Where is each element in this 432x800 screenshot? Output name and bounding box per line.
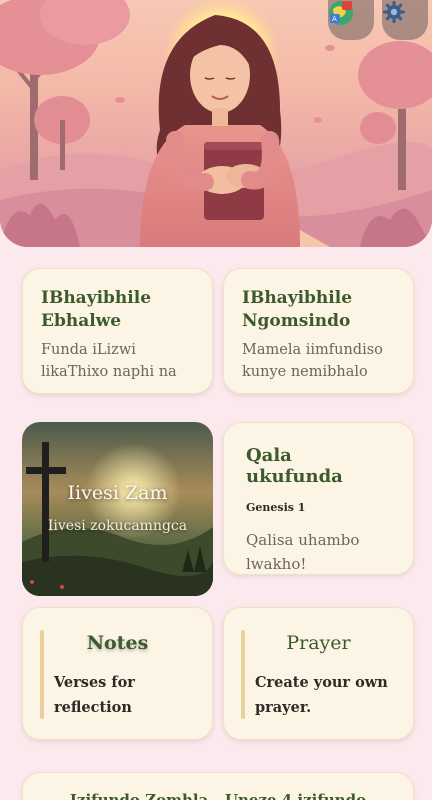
notes-description: Verses for reflection (54, 674, 135, 716)
written-bible-description: Funda iLizwi likaThixo naphi na (41, 342, 177, 380)
audio-bible-card[interactable]: IBhayibhile Ngomsindo Mamela iimfundiso … (223, 268, 414, 394)
verses-background-image (22, 422, 213, 596)
prayer-description: Create your own prayer. (255, 674, 388, 716)
daily-lessons-text: Izifundo Zomhla - Uneze 4 izifundo (69, 791, 367, 800)
notes-title: Notes (86, 632, 149, 654)
settings-button[interactable] (382, 0, 428, 40)
start-reading-card[interactable]: Qala ukufunda Genesis 1 Qalisa uhambo lw… (223, 422, 414, 575)
my-verses-title: Iivesi Zam (67, 482, 168, 504)
daily-lessons-card[interactable]: Izifundo Zomhla - Uneze 4 izifundo (22, 772, 414, 800)
hero-banner: A (0, 0, 432, 247)
my-verses-card[interactable]: Iivesi Zam Iivesi zokucamngca (22, 422, 213, 596)
my-verses-subtitle: Iivesi zokucamngca (47, 518, 188, 534)
start-reading-title: Qala ukufunda (246, 445, 343, 487)
audio-bible-description: Mamela iimfundiso kunye nemibhalo (242, 342, 383, 380)
notes-card[interactable]: Notes Verses for reflection (22, 607, 213, 740)
reading-reference: Genesis 1 (246, 501, 306, 514)
written-bible-card[interactable]: IBhayibhile Ebhalwe Funda iLizwi likaThi… (22, 268, 213, 394)
written-bible-title: IBhayibhile Ebhalwe (41, 288, 152, 331)
audio-bible-title: IBhayibhile Ngomsindo (242, 288, 353, 331)
hero-illustration (0, 0, 432, 247)
prayer-title: Prayer (286, 632, 351, 654)
svg-text:A: A (332, 15, 337, 23)
prayer-card[interactable]: Prayer Create your own prayer. (223, 607, 414, 740)
start-reading-description: Qalisa uhambo lwakho! (246, 531, 360, 573)
language-button[interactable]: A (328, 0, 374, 40)
